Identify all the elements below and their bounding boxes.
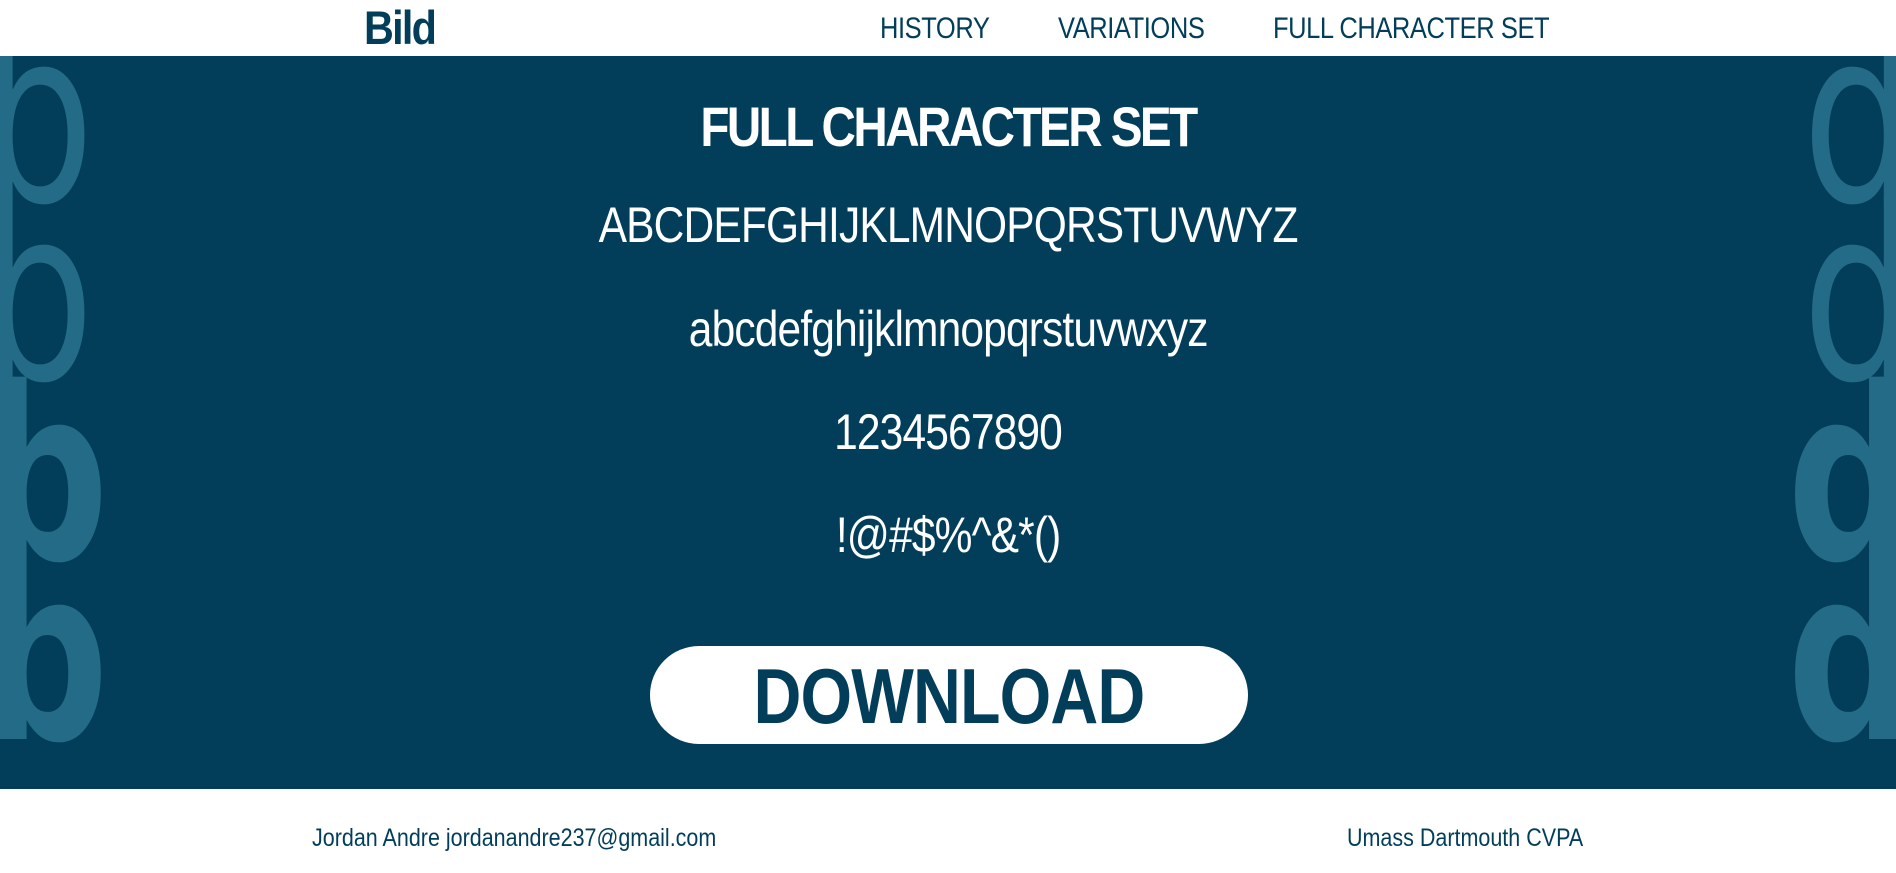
nav-full-character-set[interactable]: FULL CHARACTER SET — [1273, 0, 1550, 56]
decorative-letter-d: d — [1787, 536, 1896, 776]
symbols-text: !@#$%^&*() — [835, 507, 1062, 563]
download-label: DOWNLOAD — [753, 652, 1146, 740]
site-header: Bild HISTORY VARIATIONS FULL CHARACTER S… — [0, 0, 1896, 56]
numbers-specimen: 1234567890 — [0, 403, 1896, 461]
footer-author: Jordan Andre jordanandre237@gmail.com — [312, 824, 717, 852]
site-logo[interactable]: Bild — [364, 0, 437, 56]
nav-history[interactable]: HISTORY — [880, 0, 990, 56]
download-button[interactable]: DOWNLOAD — [650, 646, 1248, 744]
character-set-panel: b b b b d d d d FULL CHARACTER SET ABCDE… — [0, 56, 1896, 789]
page-title: FULL CHARACTER SET — [700, 95, 1198, 158]
lowercase-text: abcdefghijklmnopqrstuvwxyz — [688, 301, 1209, 357]
footer-institution: Umass Dartmouth CVPA — [1347, 824, 1584, 852]
numbers-text: 1234567890 — [834, 404, 1063, 460]
decorative-letter-b: b — [0, 536, 109, 776]
nav-variations[interactable]: VARIATIONS — [1058, 0, 1205, 56]
lowercase-specimen: abcdefghijklmnopqrstuvwxyz — [0, 300, 1896, 358]
uppercase-specimen: ABCDEFGHIJKLMNOPQRSTUVWYZ — [0, 196, 1896, 254]
symbols-specimen: !@#$%^&*() — [0, 506, 1896, 564]
uppercase-text: ABCDEFGHIJKLMNOPQRSTUVWYZ — [598, 197, 1299, 253]
